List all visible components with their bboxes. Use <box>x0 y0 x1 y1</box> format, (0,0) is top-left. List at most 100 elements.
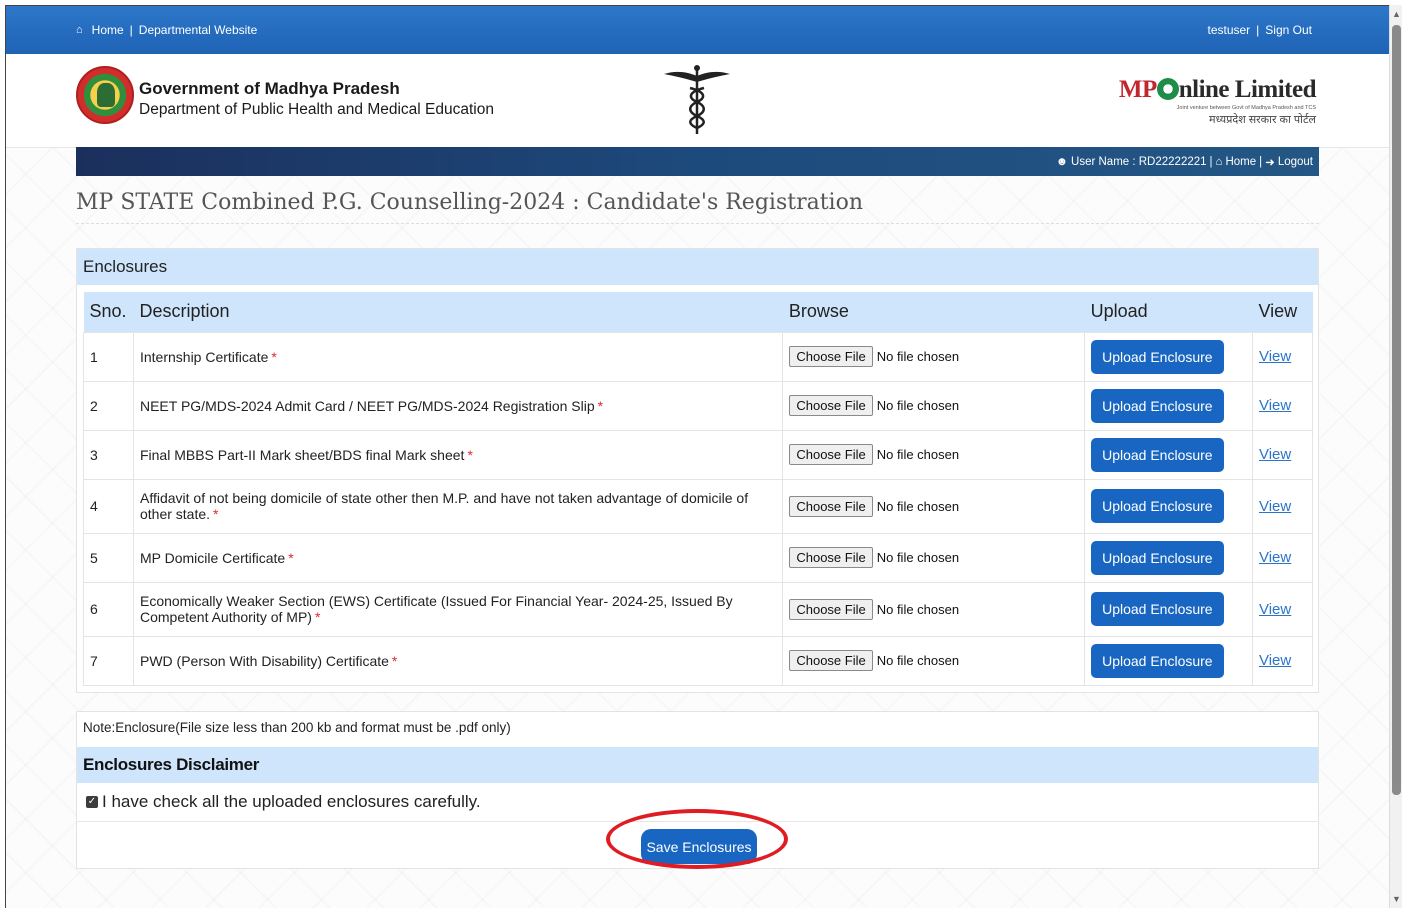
choose-file-button[interactable]: Choose File <box>789 346 873 367</box>
view-link[interactable]: View <box>1259 397 1291 414</box>
column-header-view: View <box>1252 292 1313 332</box>
table-row: 2 NEET PG/MDS-2024 Admit Card / NEET PG/M… <box>83 380 1314 431</box>
row-view: View <box>1251 429 1314 480</box>
vertical-scrollbar[interactable]: ▲ ▼ <box>1389 5 1402 908</box>
choose-file-button[interactable]: Choose File <box>789 547 873 568</box>
mp-government-emblem-logo <box>76 66 134 124</box>
required-asterisk: * <box>271 348 277 365</box>
row-description: Affidavit of not being domicile of state… <box>132 478 784 534</box>
upload-enclosure-button[interactable]: Upload Enclosure <box>1091 437 1224 472</box>
upload-enclosure-button[interactable]: Upload Enclosure <box>1091 489 1224 523</box>
no-file-chosen-label: No file chosen <box>876 601 960 617</box>
row-upload: Upload Enclosure <box>1084 331 1253 382</box>
department-subtitle: Department of Public Health and Medical … <box>139 101 494 118</box>
username-link[interactable]: testuser <box>1207 23 1250 37</box>
required-asterisk: * <box>314 609 321 625</box>
choose-file-button[interactable]: Choose File <box>789 395 873 416</box>
separator: | <box>129 23 133 37</box>
row-upload: Upload Enclosure <box>1084 581 1253 637</box>
brand-tagline: Joint venture between Govt of Madhya Pra… <box>1176 105 1316 111</box>
row-view: View <box>1251 635 1314 686</box>
scroll-down-arrow-icon[interactable]: ▼ <box>1392 894 1401 904</box>
enclosures-panel: Enclosures Sno. Description Browse Uploa… <box>76 248 1319 693</box>
row-upload: Upload Enclosure <box>1084 429 1253 480</box>
row-description-text: NEET PG/MDS-2024 Admit Card / NEET PG/MD… <box>139 397 595 414</box>
upload-enclosure-button[interactable]: Upload Enclosure <box>1091 592 1224 626</box>
table-row: 7 PWD (Person With Disability) Certificat… <box>83 635 1314 686</box>
view-link[interactable]: View <box>1259 348 1291 365</box>
row-sno: 5 <box>83 532 134 583</box>
sign-out-link[interactable]: Sign Out <box>1265 23 1312 37</box>
caduceus-icon <box>664 65 730 134</box>
mponline-logo: MP nline Limited Joint venture between Go… <box>1119 76 1317 127</box>
row-description: Economically Weaker Section (EWS) Certif… <box>132 581 784 637</box>
no-file-chosen-label: No file chosen <box>876 550 960 565</box>
column-header-description: Description <box>133 292 783 332</box>
row-browse: Choose File No file chosen <box>782 380 1086 431</box>
row-upload: Upload Enclosure <box>1084 635 1253 686</box>
required-asterisk: * <box>597 397 604 414</box>
row-description: Internship Certificate * <box>132 331 784 382</box>
separator: | <box>1256 23 1260 37</box>
row-browse: Choose File No file chosen <box>782 581 1086 637</box>
choose-file-button[interactable]: Choose File <box>789 598 873 620</box>
row-browse: Choose File No file chosen <box>782 429 1086 480</box>
view-link[interactable]: View <box>1259 549 1291 566</box>
row-browse: Choose File No file chosen <box>782 478 1086 534</box>
row-description-text: Internship Certificate <box>139 348 269 365</box>
row-sno: 6 <box>83 581 134 637</box>
view-link[interactable]: View <box>1259 498 1291 515</box>
view-link[interactable]: View <box>1259 446 1291 463</box>
row-browse: Choose File No file chosen <box>782 331 1086 382</box>
upload-enclosure-button[interactable]: Upload Enclosure <box>1091 339 1224 374</box>
table-row: 1 Internship Certificate * Choose File No fi… <box>83 331 1314 382</box>
site-header: Government of Madhya Pradesh Department … <box>6 54 1389 148</box>
top-home-link[interactable]: Home <box>92 23 124 37</box>
logout-link[interactable]: Logout <box>1278 156 1313 168</box>
row-description: Final MBBS Part-II Mark sheet/BDS final … <box>132 429 784 480</box>
row-view: View <box>1251 581 1314 637</box>
view-link[interactable]: View <box>1259 652 1291 669</box>
home-icon: ⌂ <box>76 24 83 36</box>
choose-file-button[interactable]: Choose File <box>789 444 873 465</box>
row-sno: 7 <box>83 635 134 686</box>
disclaimer-checkbox[interactable]: ✓ <box>86 796 98 808</box>
disclaimer-heading: Enclosures Disclaimer <box>77 747 1318 783</box>
column-header-sno: Sno. <box>83 292 134 332</box>
table-row: 5 MP Domicile Certificate * Choose File No f… <box>83 532 1314 583</box>
row-upload: Upload Enclosure <box>1084 380 1253 431</box>
no-file-chosen-label: No file chosen <box>876 653 960 668</box>
table-header-row: Sno. Description Browse Upload View <box>83 292 1313 332</box>
row-sno: 3 <box>83 429 134 480</box>
scrollbar-thumb[interactable] <box>1392 25 1401 795</box>
file-size-note: Note:Enclosure(File size less than 200 k… <box>83 720 511 735</box>
nav-home-link[interactable]: Home <box>1225 156 1256 168</box>
required-asterisk: * <box>213 506 219 522</box>
view-link[interactable]: View <box>1259 601 1291 618</box>
required-asterisk: * <box>288 549 294 566</box>
row-description: PWD (Person With Disability) Certificate… <box>132 635 784 686</box>
no-file-chosen-label: No file chosen <box>876 349 960 364</box>
government-title: Government of Madhya Pradesh <box>139 79 400 98</box>
home-icon: ⌂ <box>1215 156 1223 168</box>
row-browse: Choose File No file chosen <box>782 532 1086 583</box>
table-row: 6 Economically Weaker Section (EWS) Certi… <box>83 581 1314 637</box>
choose-file-button[interactable]: Choose File <box>789 495 873 517</box>
top-bar: ⌂ Home | Departmental Website testuser |… <box>6 6 1389 54</box>
disclaimer-checkbox-row[interactable]: ✓ I have check all the uploaded enclosur… <box>86 792 481 812</box>
departmental-website-link[interactable]: Departmental Website <box>139 23 258 37</box>
row-description: MP Domicile Certificate * <box>132 532 784 583</box>
row-description: NEET PG/MDS-2024 Admit Card / NEET PG/MD… <box>132 380 784 431</box>
row-view: View <box>1251 380 1314 431</box>
scroll-up-arrow-icon[interactable]: ▲ <box>1392 9 1401 19</box>
upload-enclosure-button[interactable]: Upload Enclosure <box>1091 643 1224 678</box>
row-sno: 1 <box>83 331 134 382</box>
row-view: View <box>1251 478 1314 534</box>
upload-enclosure-button[interactable]: Upload Enclosure <box>1091 540 1224 575</box>
row-sno: 2 <box>83 380 134 431</box>
user-nav-strip: ☻ User Name : RD22222221 | ⌂ Home | ➜ Lo… <box>76 147 1319 176</box>
row-description-text: PWD (Person With Disability) Certificate <box>139 652 389 669</box>
upload-enclosure-button[interactable]: Upload Enclosure <box>1091 388 1224 423</box>
required-asterisk: * <box>391 652 398 669</box>
choose-file-button[interactable]: Choose File <box>789 650 873 671</box>
